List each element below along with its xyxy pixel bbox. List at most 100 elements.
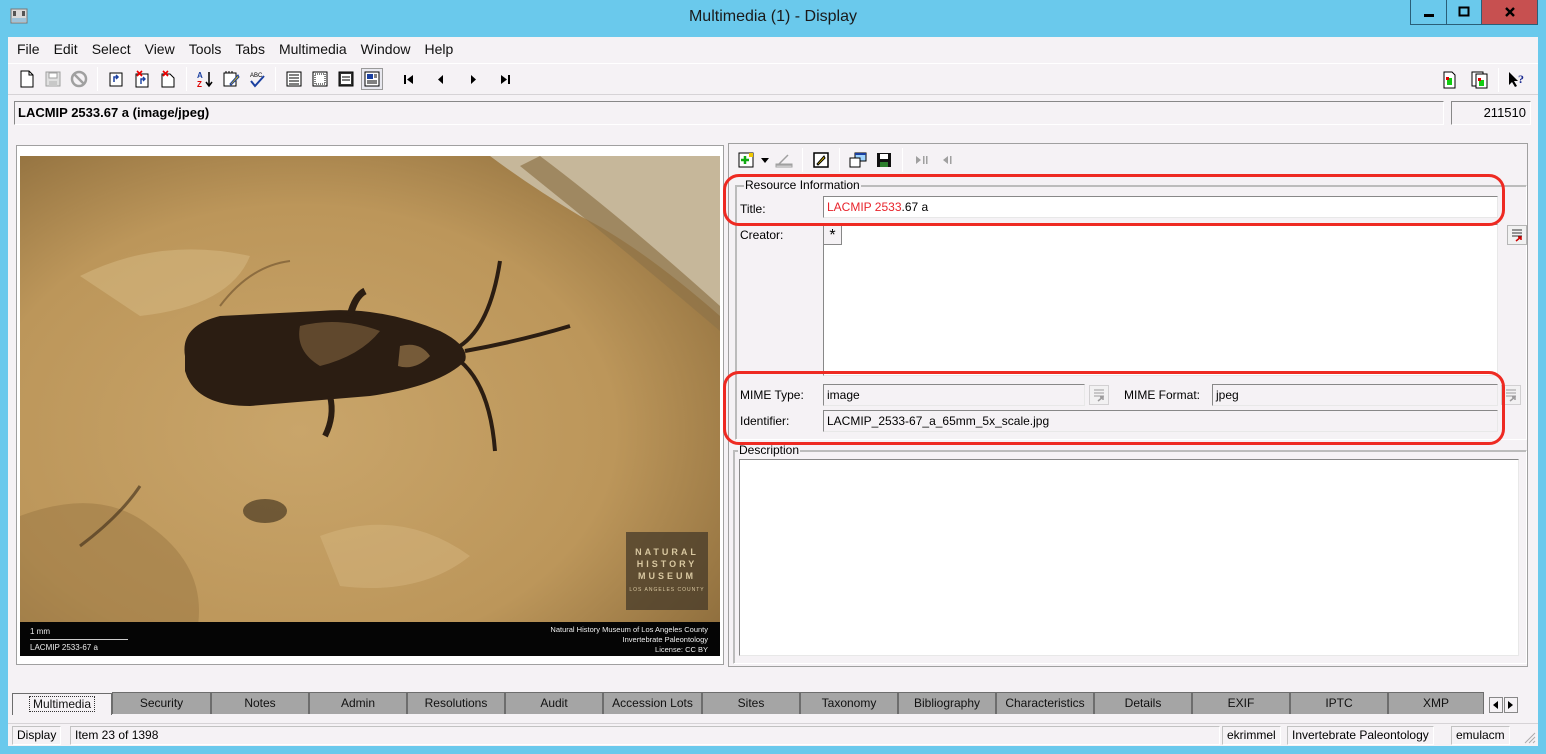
save-button[interactable] — [42, 68, 64, 90]
tab-security[interactable]: Security — [112, 692, 211, 714]
tab-label: EXIF — [1227, 696, 1255, 710]
context-help-button[interactable]: ? — [1506, 69, 1528, 91]
menu-window[interactable]: Window — [354, 37, 418, 61]
grid-view-button[interactable] — [309, 68, 331, 90]
tab-xmp[interactable]: XMP — [1388, 692, 1484, 714]
copy-record-icon — [109, 72, 123, 87]
attach-multiple-button[interactable] — [1469, 69, 1491, 91]
mime-format-field[interactable]: jpeg — [1212, 384, 1498, 406]
add-dropdown-button[interactable] — [759, 149, 771, 171]
logo-line: MUSEUM — [638, 571, 696, 581]
image-viewer[interactable]: NATURAL HISTORY MUSEUM LOS ANGELES COUNT… — [16, 145, 724, 665]
new-row-marker[interactable]: * — [824, 225, 842, 245]
first-record-button[interactable] — [398, 68, 420, 90]
tab-sites[interactable]: Sites — [702, 692, 800, 714]
tab-bibliography[interactable]: Bibliography — [898, 692, 996, 714]
mime-format-lookup-button[interactable] — [1501, 385, 1521, 405]
rewind-icon — [943, 156, 952, 164]
new-record-button[interactable] — [16, 68, 38, 90]
window-controls — [1410, 0, 1538, 25]
tab-multimedia[interactable]: Multimedia — [12, 693, 112, 715]
status-database: emulacm — [1451, 726, 1510, 745]
add-multimedia-button[interactable] — [735, 149, 757, 171]
context-help-icon: ? — [1509, 72, 1524, 87]
mime-type-lookup-button[interactable] — [1089, 385, 1109, 405]
save-multimedia-button[interactable] — [873, 149, 895, 171]
tab-iptc[interactable]: IPTC — [1290, 692, 1388, 714]
page-view-button[interactable] — [361, 68, 383, 90]
menu-view[interactable]: View — [138, 37, 182, 61]
tab-scroll-right-button[interactable] — [1504, 697, 1518, 713]
tab-resolutions[interactable]: Resolutions — [407, 692, 505, 714]
description-textarea[interactable] — [739, 459, 1519, 656]
open-viewer-button[interactable] — [847, 149, 869, 171]
caption-credit: Natural History Museum of Los Angeles Co… — [550, 625, 708, 655]
title-bar[interactable]: Multimedia (1) - Display — [0, 0, 1546, 36]
dropdown-arrow-icon — [761, 158, 769, 163]
image-caption-bar: 1 mm LACMIP 2533-67 a Natural History Mu… — [20, 622, 720, 656]
menu-help[interactable]: Help — [417, 37, 460, 61]
page-view-icon — [364, 71, 380, 87]
delete-record-button[interactable] — [131, 68, 153, 90]
menu-tabs[interactable]: Tabs — [228, 37, 272, 61]
tab-label: Security — [139, 696, 184, 710]
add-multimedia-icon — [738, 152, 754, 168]
previous-record-button[interactable] — [430, 68, 452, 90]
notes-button[interactable] — [220, 68, 242, 90]
menu-file[interactable]: File — [10, 37, 47, 61]
details-view-button[interactable] — [335, 68, 357, 90]
menu-bar: File Edit Select View Tools Tabs Multime… — [8, 37, 1538, 61]
identifier-field[interactable]: LACMIP_2533-67_a_65mm_5x_scale.jpg — [823, 410, 1498, 432]
creator-lookup-button[interactable] — [1507, 225, 1527, 245]
edit-button[interactable] — [810, 149, 832, 171]
tab-taxonomy[interactable]: Taxonomy — [800, 692, 898, 714]
new-record-icon — [20, 70, 34, 88]
attach-button[interactable] — [1439, 69, 1461, 91]
sort-button[interactable]: AZ — [194, 68, 216, 90]
previous-record-icon — [438, 75, 443, 84]
cancel-button[interactable] — [68, 68, 90, 90]
rewind-button[interactable] — [936, 149, 958, 171]
spellcheck-button[interactable]: ABC — [246, 68, 268, 90]
cancel-icon — [70, 70, 88, 88]
tab-details[interactable]: Details — [1094, 692, 1192, 714]
discard-record-button[interactable] — [157, 68, 179, 90]
close-button[interactable] — [1481, 0, 1537, 24]
maximize-button[interactable] — [1446, 0, 1481, 24]
tab-admin[interactable]: Admin — [309, 692, 407, 714]
svg-text:Z: Z — [197, 80, 202, 88]
menu-multimedia[interactable]: Multimedia — [272, 37, 354, 61]
lookup-icon — [1512, 229, 1522, 242]
record-summary: LACMIP 2533.67 a (image/jpeg) — [14, 101, 1444, 125]
multimedia-image[interactable]: NATURAL HISTORY MUSEUM LOS ANGELES COUNT… — [20, 156, 720, 656]
tab-notes[interactable]: Notes — [211, 692, 309, 714]
last-record-button[interactable] — [494, 68, 516, 90]
tab-characteristics[interactable]: Characteristics — [996, 692, 1094, 714]
museum-logo: NATURAL HISTORY MUSEUM LOS ANGELES COUNT… — [626, 532, 708, 610]
mime-format-label: MIME Format: — [1124, 388, 1201, 402]
menu-tools[interactable]: Tools — [182, 37, 229, 61]
resize-grip[interactable] — [1520, 728, 1536, 744]
play-button[interactable] — [910, 149, 932, 171]
creator-grid[interactable]: * — [823, 224, 1498, 376]
menu-select[interactable]: Select — [85, 37, 138, 61]
list-view-button[interactable] — [283, 68, 305, 90]
title-field[interactable]: LACMIP 2533.67 a — [823, 196, 1498, 218]
copy-record-button[interactable] — [105, 68, 127, 90]
tab-accession-lots[interactable]: Accession Lots — [603, 692, 702, 714]
tab-label: Bibliography — [913, 696, 981, 710]
save-disk-icon — [877, 153, 891, 167]
tab-exif[interactable]: EXIF — [1192, 692, 1290, 714]
minimize-button[interactable] — [1411, 0, 1446, 24]
tab-audit[interactable]: Audit — [505, 692, 603, 714]
tab-label: Audit — [540, 696, 568, 710]
scroll-right-icon — [1508, 701, 1513, 709]
menu-edit[interactable]: Edit — [47, 37, 85, 61]
scanner-button[interactable] — [773, 149, 795, 171]
next-record-icon — [471, 75, 476, 84]
toolbar-separator — [275, 67, 276, 91]
mime-type-field[interactable]: image — [823, 384, 1085, 406]
credit-line: Invertebrate Paleontology — [622, 635, 708, 644]
tab-scroll-left-button[interactable] — [1489, 697, 1503, 713]
next-record-button[interactable] — [462, 68, 484, 90]
